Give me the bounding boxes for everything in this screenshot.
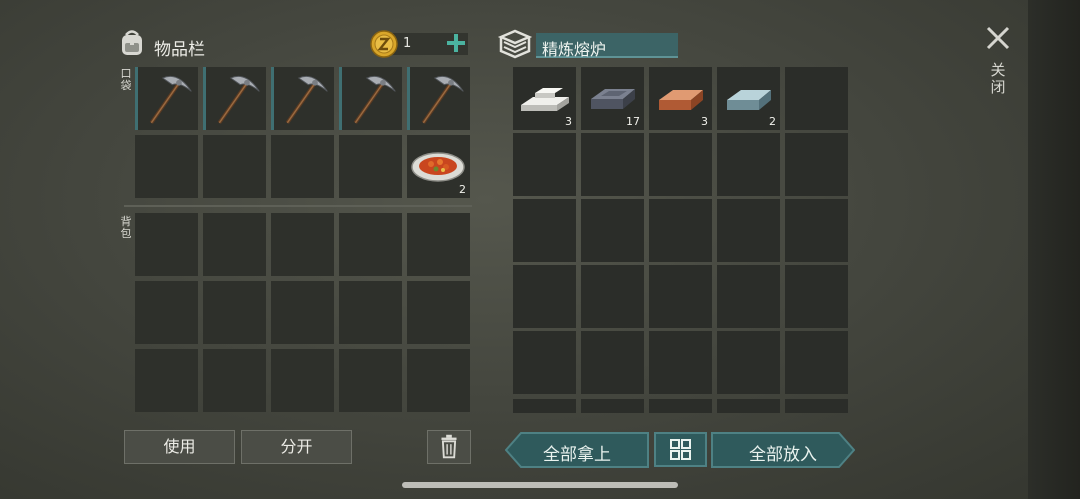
use-button[interactable]: 使用 [124,430,235,464]
furnace-slot[interactable] [513,265,576,328]
sort-grid-icon [670,439,691,460]
furnace-slot[interactable] [581,331,644,394]
backpack-slot[interactable] [271,349,334,412]
pocket-slot-4[interactable] [339,67,402,130]
furnace-slot-2[interactable]: 17 [581,67,644,130]
take-all-button[interactable]: 全部拿上 [505,432,649,468]
put-all-button[interactable]: 全部放入 [711,432,855,468]
slot-quantity: 2 [459,183,466,196]
slot-quantity: 3 [565,115,572,128]
pocket-slot-7[interactable] [203,135,266,198]
pocket-slot-2[interactable] [203,67,266,130]
pocket-slot-3[interactable] [271,67,334,130]
backpack-slot[interactable] [339,349,402,412]
furnace-slot[interactable] [649,199,712,262]
furnace-slot[interactable] [513,331,576,394]
inventory-title: 物品栏 [154,40,205,60]
backpack-slot[interactable] [203,213,266,276]
furnace-slot[interactable] [717,265,780,328]
slot-quantity: 2 [769,115,776,128]
put-all-label: 全部放入 [749,445,817,465]
furnace-slot-3[interactable]: 3 [649,67,712,130]
furnace-slot-5[interactable] [785,67,848,130]
pickaxe-icon [149,75,192,124]
pocket-label: 口袋 [120,67,132,92]
pocket-slot-6[interactable] [135,135,198,198]
coin-balance: 1 [370,30,470,58]
pickaxe-icon [285,75,328,124]
furnace-slot-partial[interactable] [513,399,576,413]
backpack-slot[interactable] [407,213,470,276]
coin-icon [370,30,398,58]
take-all-label: 全部拿上 [543,445,611,465]
furnace-slot[interactable] [785,265,848,328]
coin-count: 1 [403,36,412,51]
backpack-slot[interactable] [135,349,198,412]
furnace-slot[interactable] [717,199,780,262]
pickaxe-icon [353,75,396,124]
container-name-field[interactable]: 精炼熔炉 [536,33,678,59]
trash-button[interactable] [427,430,471,464]
close-button[interactable] [984,24,1012,52]
backpack-slot[interactable] [135,281,198,344]
furnace-slot[interactable] [513,199,576,262]
backpack-slot[interactable] [407,349,470,412]
furnace-slot[interactable] [513,133,576,196]
furnace-slot[interactable] [649,331,712,394]
slot-quantity: 17 [626,115,640,128]
furnace-slot-partial[interactable] [649,399,712,413]
sort-button[interactable] [654,432,707,467]
container-name: 精炼熔炉 [542,40,607,59]
close-icon [986,26,1010,50]
backpack-icon [116,26,148,58]
close-label: 关闭 [990,61,1006,96]
furnace-slot-1[interactable]: 3 [513,67,576,130]
furnace-slot[interactable] [581,133,644,196]
backpack-slot[interactable] [339,213,402,276]
furnace-slot[interactable] [649,265,712,328]
backpack-label: 背包 [120,215,132,240]
section-divider [124,205,472,207]
furnace-slot[interactable] [785,133,848,196]
plus-icon [447,34,465,52]
pickaxe-icon [421,75,464,124]
slot-quantity: 3 [701,115,708,128]
home-indicator[interactable] [402,482,678,488]
pocket-slot-9[interactable] [339,135,402,198]
furnace-slot[interactable] [785,199,848,262]
backpack-slot[interactable] [339,281,402,344]
furnace-slot[interactable] [649,133,712,196]
furnace-icon [497,27,533,59]
backpack-slot[interactable] [407,281,470,344]
pocket-slot-1[interactable] [135,67,198,130]
furnace-slot[interactable] [717,331,780,394]
furnace-slot-4[interactable]: 2 [717,67,780,130]
pocket-slot-8[interactable] [271,135,334,198]
furnace-slot[interactable] [581,199,644,262]
furnace-slot-partial[interactable] [581,399,644,413]
backpack-slot[interactable] [271,281,334,344]
backpack-slot[interactable] [203,281,266,344]
backpack-slot[interactable] [203,349,266,412]
furnace-slot[interactable] [717,133,780,196]
backpack-slot[interactable] [271,213,334,276]
furnace-slot[interactable] [785,331,848,394]
backpack-slot[interactable] [135,213,198,276]
pickaxe-icon [217,75,260,124]
right-edge-strip [1028,0,1080,499]
furnace-slot-partial[interactable] [785,399,848,413]
split-button[interactable]: 分开 [241,430,352,464]
furnace-slot-partial[interactable] [717,399,780,413]
trash-icon [441,434,457,459]
pocket-slot-10[interactable]: 2 [407,135,470,198]
furnace-slot[interactable] [581,265,644,328]
add-coins-button[interactable] [444,31,468,55]
pocket-slot-5[interactable] [407,67,470,130]
